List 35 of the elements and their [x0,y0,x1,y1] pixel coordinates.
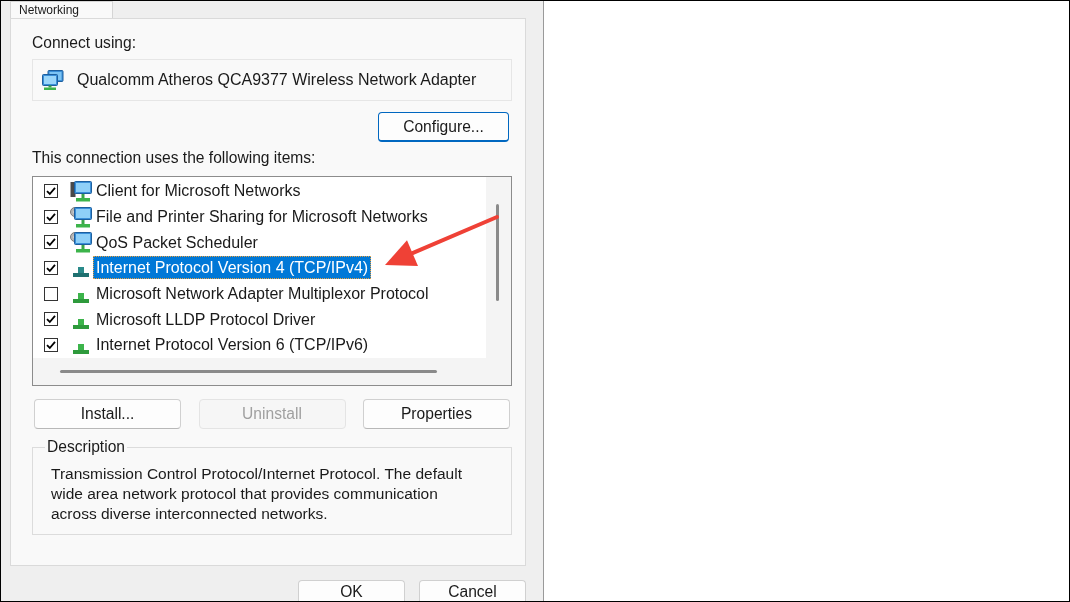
list-item[interactable]: Client for Microsoft Networks [93,179,304,203]
field-label: Connect using: [32,34,137,52]
scrollbar-thumb[interactable] [60,370,437,373]
list-item[interactable]: Internet Protocol Version 4 (TCP/IPv4) [93,256,372,280]
dialog-button[interactable]: OK [298,580,405,601]
list-item[interactable]: File and Printer Sharing for Microsoft Networks [93,205,431,229]
action-button[interactable]: Properties [363,399,510,429]
description-text: Transmission Control Protocol/Internet Protocol. The default wide area network protocol that provides communication across diverse interconnected networks. [51,464,463,524]
group-title: Description [46,438,126,456]
list-item[interactable]: QoS Packet Scheduler [93,230,261,254]
computer-icon [70,179,92,202]
action-button[interactable]: Install... [34,399,181,429]
connector-icon [73,344,89,355]
checkbox[interactable] [44,312,58,327]
dialog-button[interactable]: Cancel [419,580,526,601]
connector-icon [73,318,89,329]
field-label: This connection uses the following items: [32,149,316,167]
checkbox[interactable] [44,337,58,352]
computer-gear-icon [70,205,92,228]
computer-gear-icon [70,231,92,254]
list-item[interactable]: Microsoft Network Adapter Multiplexor Protocol [93,282,432,306]
checkbox[interactable] [44,235,58,250]
scrollbar-thumb[interactable] [496,204,499,301]
configure-button[interactable]: Configure... [378,112,509,142]
monitors-icon [42,70,64,90]
checkbox[interactable] [44,209,58,224]
checkbox[interactable] [44,183,58,198]
list-item[interactable]: Internet Protocol Version 6 (TCP/IPv6) [93,333,372,357]
adapter-name: Qualcomm Atheros QCA9377 Wireless Network Adapter [77,71,477,89]
tab[interactable]: Networking [10,1,113,18]
checkbox[interactable] [44,286,58,301]
connector-icon [73,267,89,278]
checkbox[interactable] [44,260,58,275]
list-item[interactable]: Microsoft LLDP Protocol Driver [93,307,319,331]
connector-icon [73,293,89,304]
